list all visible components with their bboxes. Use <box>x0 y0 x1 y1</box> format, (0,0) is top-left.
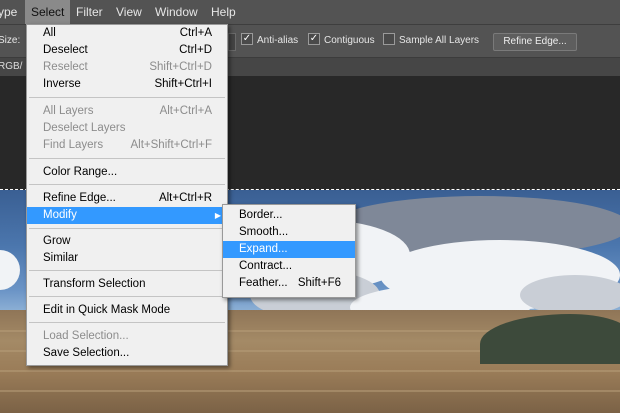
menu-item-feather[interactable]: Feather... Shift+F6 <box>223 275 355 292</box>
menu-item-find-layers[interactable]: Find Layers Alt+Shift+Ctrl+F <box>27 137 227 154</box>
menu-item-deselect[interactable]: Deselect Ctrl+D <box>27 42 227 59</box>
menu-select[interactable]: Select <box>25 0 71 24</box>
sample-all-layers-checkbox[interactable] <box>383 33 395 46</box>
size-label: Size: <box>0 35 21 46</box>
menu-item-modify[interactable]: Modify ▶ <box>27 207 227 224</box>
menu-item-color-range[interactable]: Color Range... <box>27 164 227 181</box>
sample-all-layers-label: Sample All Layers <box>399 35 480 46</box>
refine-edge-button[interactable]: Refine Edge... <box>493 33 577 51</box>
menu-separator <box>29 184 225 185</box>
menu-view[interactable]: View <box>110 0 148 24</box>
menu-window[interactable]: Window <box>149 0 204 24</box>
submenu-arrow-icon: ▶ <box>214 211 221 220</box>
menu-item-expand[interactable]: Expand... <box>223 241 355 258</box>
menu-item-smooth[interactable]: Smooth... <box>223 224 355 241</box>
menu-item-load-selection[interactable]: Load Selection... <box>27 328 227 345</box>
contiguous-option[interactable]: ✓ Contiguous <box>308 25 375 57</box>
anti-alias-checkbox[interactable]: ✓ <box>241 33 253 46</box>
select-menu: All Ctrl+A Deselect Ctrl+D Reselect Shift+C… <box>26 24 228 366</box>
sample-all-layers-option[interactable]: Sample All Layers <box>383 25 479 57</box>
menu-filter[interactable]: Filter <box>70 0 109 24</box>
terrace-line <box>0 390 620 392</box>
menu-item-border[interactable]: Border... <box>223 207 355 224</box>
menu-item-contract[interactable]: Contract... <box>223 258 355 275</box>
modify-submenu: Border... Smooth... Expand... Contract..… <box>222 204 356 298</box>
menu-item-inverse[interactable]: Inverse Shift+Ctrl+I <box>27 76 227 93</box>
menu-item-grow[interactable]: Grow <box>27 233 227 250</box>
menu-separator <box>29 322 225 323</box>
cloud-shape <box>520 275 620 315</box>
menu-type[interactable]: ype <box>0 0 23 24</box>
menu-item-all[interactable]: All Ctrl+A <box>27 25 227 42</box>
menu-separator <box>29 158 225 159</box>
anti-alias-label: Anti-alias <box>257 35 299 46</box>
contiguous-label: Contiguous <box>324 35 375 46</box>
menu-item-transform-selection[interactable]: Transform Selection <box>27 276 227 293</box>
menu-item-deselect-layers[interactable]: Deselect Layers <box>27 120 227 137</box>
menu-separator <box>29 228 225 229</box>
document-tab-label: RGB/ <box>0 61 23 72</box>
menu-item-quick-mask[interactable]: Edit in Quick Mask Mode <box>27 302 227 319</box>
menu-separator <box>29 97 225 98</box>
menu-item-refine-edge[interactable]: Refine Edge... Alt+Ctrl+R <box>27 190 227 207</box>
menu-separator <box>29 296 225 297</box>
terrace-line <box>0 370 620 372</box>
anti-alias-option[interactable]: ✓ Anti-alias <box>241 25 298 57</box>
menu-item-save-selection[interactable]: Save Selection... <box>27 345 227 362</box>
menu-bar: ype Select Filter View Window Help <box>0 0 620 25</box>
menu-item-all-layers[interactable]: All Layers Alt+Ctrl+A <box>27 103 227 120</box>
size-field[interactable] <box>228 33 236 51</box>
menu-help[interactable]: Help <box>205 0 242 24</box>
menu-separator <box>29 270 225 271</box>
menu-item-reselect[interactable]: Reselect Shift+Ctrl+D <box>27 59 227 76</box>
cloud-shape <box>0 250 20 290</box>
menu-item-similar[interactable]: Similar <box>27 250 227 267</box>
contiguous-checkbox[interactable]: ✓ <box>308 33 320 46</box>
